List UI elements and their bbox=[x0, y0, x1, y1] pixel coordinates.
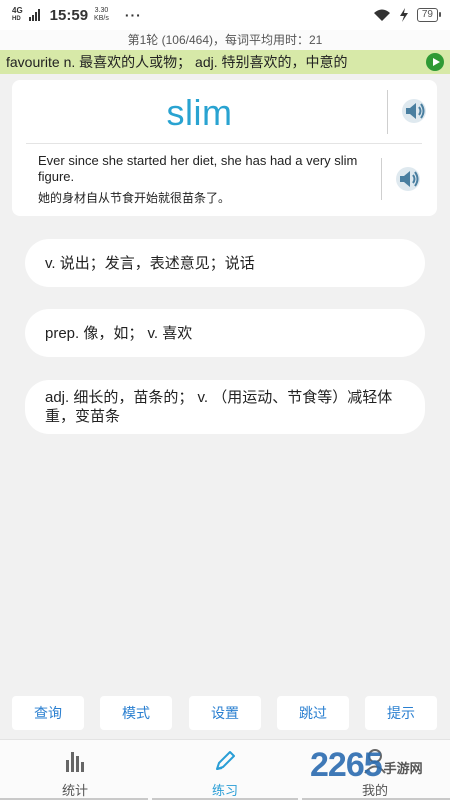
nav-label: 统计 bbox=[61, 783, 88, 798]
example-sentence-zh: 她的身材自从节食开始就很苗条了。 bbox=[38, 191, 231, 205]
mode-button[interactable]: 模式 bbox=[100, 696, 172, 730]
word-speaker-icon[interactable] bbox=[401, 98, 429, 124]
status-bar: 4G HD 15:59 3.30 KB/s ··· 79 bbox=[0, 0, 450, 30]
pencil-icon bbox=[216, 751, 235, 770]
option-text: prep. 像，如； v. 喜欢 bbox=[45, 324, 193, 342]
divider bbox=[26, 143, 422, 144]
charging-icon bbox=[399, 8, 408, 22]
network-speed: 3.30 KB/s bbox=[94, 7, 109, 22]
battery-icon: 79 bbox=[416, 8, 442, 22]
site-watermark: 2265 手游网 bbox=[310, 746, 423, 785]
previous-word-ticker[interactable]: favourite n. 最喜欢的人或物； adj. 特别喜欢的，中意的 bbox=[0, 50, 450, 74]
lookup-button[interactable]: 查询 bbox=[12, 696, 84, 730]
nav-label: 练习 bbox=[211, 783, 238, 798]
option-text: v. 说出；发言，表述意见；说话 bbox=[45, 254, 255, 272]
signal-icon bbox=[28, 9, 40, 21]
sentence-speaker-icon[interactable] bbox=[395, 166, 423, 192]
watermark-number: 2265 bbox=[310, 746, 383, 784]
word-card: slim Ever since she started her diet, sh… bbox=[12, 80, 437, 216]
nav-item-stats[interactable]: 统计 bbox=[0, 740, 150, 800]
nav-item-practice[interactable]: 练习 bbox=[150, 740, 300, 800]
word-title: slim bbox=[166, 92, 233, 133]
play-icon[interactable] bbox=[426, 53, 444, 71]
example-sentence-en: Ever since she started her diet, she has… bbox=[38, 153, 358, 184]
divider bbox=[381, 158, 382, 200]
answer-option-3[interactable]: adj. 细长的，苗条的； v. （用运动、节食等）减轻体重，变苗条 bbox=[25, 380, 425, 434]
settings-button[interactable]: 设置 bbox=[189, 696, 261, 730]
clock: 15:59 bbox=[49, 6, 89, 24]
round-progress: 第1轮 (106/464)，每词平均用时：21 bbox=[0, 30, 450, 50]
answer-option-1[interactable]: v. 说出；发言，表述意见；说话 bbox=[25, 239, 425, 287]
bar-chart-icon bbox=[66, 752, 84, 772]
more-notifications-icon: ··· bbox=[124, 7, 142, 23]
answer-option-2[interactable]: prep. 像，如； v. 喜欢 bbox=[25, 309, 425, 357]
hint-button[interactable]: 提示 bbox=[365, 696, 437, 730]
option-text: adj. 细长的，苗条的； v. （用运动、节食等）减轻体重，变苗条 bbox=[45, 389, 393, 425]
skip-button[interactable]: 跳过 bbox=[277, 696, 349, 730]
wifi-icon bbox=[373, 9, 390, 21]
divider bbox=[387, 90, 388, 134]
network-type: 4G HD bbox=[12, 6, 23, 22]
word-row: slim bbox=[12, 86, 437, 142]
ticker-text: favourite n. 最喜欢的人或物； adj. 特别喜欢的，中意的 bbox=[6, 54, 348, 70]
watermark-text: 手游网 bbox=[383, 761, 423, 776]
